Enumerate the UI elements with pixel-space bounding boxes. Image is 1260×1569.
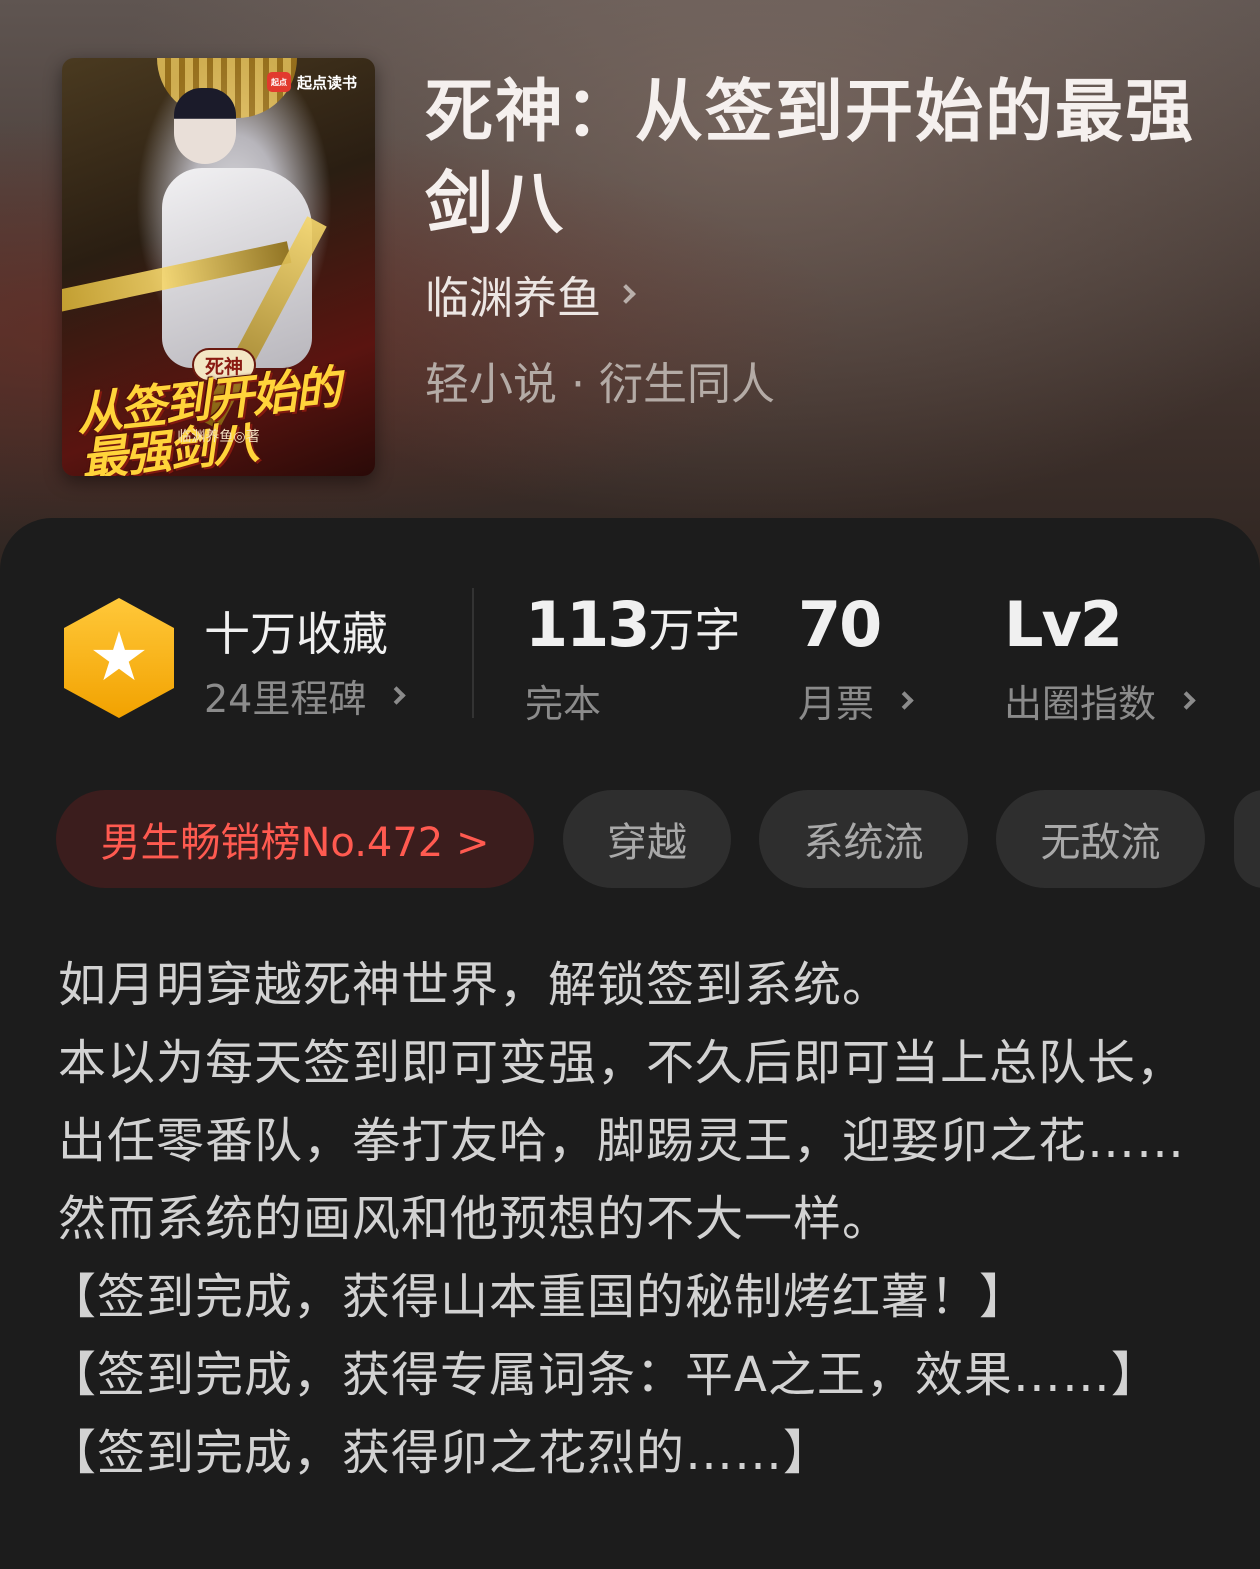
book-genre: 轻小说 · 衍生同人 [425, 359, 775, 410]
rank-tag[interactable]: 男生畅销榜No.472 > [56, 790, 534, 888]
word-count-number: 113 [525, 588, 650, 661]
tag-chip[interactable]: 无敌流 [996, 790, 1205, 888]
book-cover[interactable]: 起点 起点读书 死神 从签到开始的最强剑八 临渊养鱼◎著 [62, 58, 375, 476]
tag-chip[interactable]: 系统流 [759, 790, 968, 888]
monthly-ticket-link[interactable]: 月票 [798, 673, 914, 728]
milestone-label: 24里程碑 [204, 677, 367, 721]
tag-chip[interactable]: 穿越 [563, 790, 731, 888]
stats-divider [472, 588, 474, 718]
cover-art-head [174, 88, 236, 164]
word-count: 113万字 [525, 588, 740, 661]
chevron-right-icon [1177, 691, 1196, 710]
star-icon [93, 631, 145, 681]
tag-chip-overflow[interactable] [1234, 790, 1260, 888]
chevron-right-icon [616, 284, 636, 304]
chevron-right-icon [895, 691, 914, 710]
synopsis-line: 本以为每天签到即可变强，不久后即可当上总队长，出任零番队，拳打友哈，脚踢灵王，迎… [58, 1035, 1186, 1169]
tag-row: 男生畅销榜No.472 > 穿越 系统流 无敌流 [0, 790, 1260, 890]
milestone-link[interactable]: 24里程碑 [204, 668, 407, 723]
synopsis-line: 【签到完成，获得卯之花烈的……】 [48, 1425, 833, 1481]
monthly-ticket-count: 70 [798, 588, 882, 661]
qidian-logo-icon: 起点 [266, 72, 291, 92]
collect-title: 十万收藏 [204, 607, 388, 661]
book-synopsis[interactable]: 如月明穿越死神世界，解锁签到系统。 本以为每天签到即可变强，不久后即可当上总队长… [48, 946, 1218, 1492]
influence-level: Lv2 [1004, 588, 1123, 661]
author-name: 临渊养鱼 [425, 273, 601, 324]
book-title: 死神：从签到开始的最强剑八 [425, 72, 1196, 244]
influence-index-link[interactable]: 出圈指数 [1004, 673, 1196, 728]
book-detail-page: 起点 起点读书 死神 从签到开始的最强剑八 临渊养鱼◎著 死神：从签到开始的最强… [0, 0, 1260, 1569]
synopsis-line: 然而系统的画风和他预想的不大一样。 [58, 1191, 892, 1247]
monthly-ticket-number: 70 [798, 588, 882, 661]
cover-title-art: 从签到开始的最强剑八 [73, 359, 342, 476]
cover-brand: 起点 起点读书 [263, 68, 365, 96]
synopsis-line: 【签到完成，获得山本重国的秘制烤红薯！】 [48, 1269, 1029, 1325]
synopsis-line: 【签到完成，获得专属词条：平A之王，效果……】 [48, 1347, 1160, 1403]
author-link[interactable]: 临渊养鱼 [425, 264, 636, 324]
detail-panel: 十万收藏 24里程碑 113万字 完本 70 月票 Lv2 出圈指数 男生畅销榜… [0, 518, 1260, 1569]
stats-row: 十万收藏 24里程碑 113万字 完本 70 月票 Lv2 出圈指数 [0, 518, 1260, 768]
influence-index-label: 出圈指数 [1004, 682, 1157, 726]
star-hexagon-icon [64, 598, 174, 718]
monthly-ticket-label: 月票 [798, 682, 875, 726]
status-text: 完本 [525, 682, 602, 726]
word-count-unit: 万字 [648, 603, 741, 657]
influence-level-number: Lv2 [1004, 588, 1123, 661]
synopsis-line: 如月明穿越死神世界，解锁签到系统。 [58, 957, 892, 1013]
chevron-right-icon [387, 686, 407, 705]
cover-brand-label: 起点读书 [296, 73, 357, 92]
cover-author: 临渊养鱼◎著 [177, 429, 260, 445]
status-label: 完本 [525, 673, 601, 728]
book-header: 起点 起点读书 死神 从签到开始的最强剑八 临渊养鱼◎著 死神：从签到开始的最强… [0, 0, 1260, 600]
